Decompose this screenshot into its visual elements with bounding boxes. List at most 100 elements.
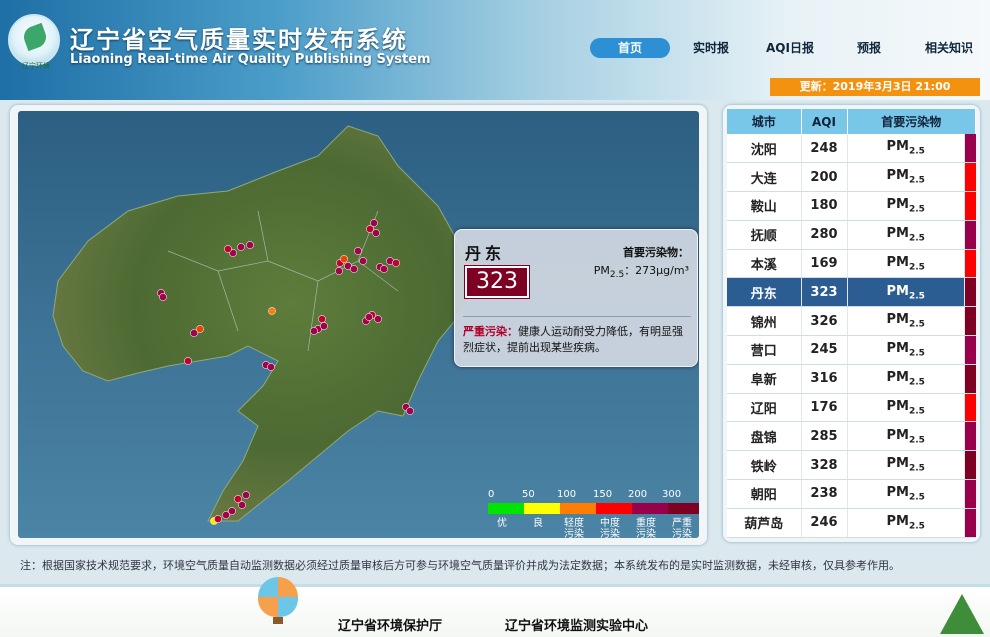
row-pollutant: PM2.5: [847, 508, 965, 538]
station-marker[interactable]: [214, 515, 222, 523]
table-row[interactable]: 沈阳 248 PM2.5: [727, 134, 976, 164]
site-title-en: Liaoning Real-time Air Quality Publishin…: [70, 52, 431, 67]
station-marker[interactable]: [224, 245, 232, 253]
table-row[interactable]: 辽阳 176 PM2.5: [727, 393, 976, 423]
station-marker[interactable]: [392, 259, 400, 267]
row-city[interactable]: 辽阳: [727, 393, 802, 423]
row-pollutant: PM2.5: [847, 249, 965, 279]
row-aqi: 246: [801, 508, 848, 538]
station-marker[interactable]: [238, 501, 246, 509]
row-city[interactable]: 盘锦: [727, 421, 802, 452]
update-time: 更新：2019年3月3日 21:00: [770, 78, 980, 96]
aqi-level-swatch: [964, 421, 976, 452]
table-row[interactable]: 铁岭 328 PM2.5: [727, 450, 976, 481]
map-area[interactable]: 丹东 323 首要污染物： PM2.5：273μg/m³ 严重污染：健康人运动耐…: [18, 111, 699, 538]
row-city[interactable]: 本溪: [727, 249, 802, 279]
row-pollutant: PM2.5: [847, 277, 965, 308]
aqi-level-swatch: [964, 364, 976, 394]
nav-realtime[interactable]: 实时报: [682, 38, 740, 58]
table-row[interactable]: 抚顺 280 PM2.5: [727, 220, 976, 250]
aqi-legend: 0 50 100 150 200 300 优 良 轻度污染 中度污染 重度污染 …: [488, 489, 699, 538]
row-city[interactable]: 抚顺: [727, 220, 802, 250]
station-marker[interactable]: [335, 267, 343, 275]
table-row[interactable]: 丹东 323 PM2.5: [727, 277, 976, 308]
station-marker[interactable]: [372, 229, 380, 237]
station-marker[interactable]: [267, 363, 275, 371]
popup-pollutant-value: PM2.5：273μg/m³: [593, 264, 689, 281]
table-row[interactable]: 本溪 169 PM2.5: [727, 249, 976, 279]
nav-aqi-daily[interactable]: AQI日报: [758, 38, 822, 58]
station-marker[interactable]: [374, 315, 382, 323]
table-row[interactable]: 葫芦岛 246 PM2.5: [727, 508, 976, 538]
city-popup: 丹东 323 首要污染物： PM2.5：273μg/m³ 严重污染：健康人运动耐…: [454, 229, 698, 367]
station-marker[interactable]: [380, 265, 388, 273]
row-aqi: 280: [801, 220, 848, 250]
station-marker[interactable]: [246, 241, 254, 249]
row-pollutant: PM2.5: [847, 364, 965, 394]
leaf-icon: [20, 22, 50, 52]
footer-link-epb[interactable]: 辽宁省环境保护厅: [338, 615, 442, 634]
popup-city-name: 丹东: [465, 244, 506, 263]
row-pollutant: PM2.5: [847, 191, 965, 221]
station-marker[interactable]: [159, 293, 167, 301]
row-city[interactable]: 朝阳: [727, 479, 802, 509]
station-marker[interactable]: [237, 243, 245, 251]
row-aqi: 328: [801, 450, 848, 481]
site-title-cn: 辽宁省空气质量实时发布系统: [70, 26, 408, 54]
row-pollutant: PM2.5: [847, 162, 965, 193]
station-marker[interactable]: [350, 265, 358, 273]
table-row[interactable]: 阜新 316 PM2.5: [727, 364, 976, 394]
row-city[interactable]: 丹东: [727, 277, 802, 308]
row-pollutant: PM2.5: [847, 134, 965, 164]
row-city[interactable]: 阜新: [727, 364, 802, 394]
row-aqi: 323: [801, 277, 848, 308]
station-marker[interactable]: [340, 255, 348, 263]
legend-label: 轻度污染: [564, 518, 584, 538]
row-pollutant: PM2.5: [847, 220, 965, 250]
row-city[interactable]: 铁岭: [727, 450, 802, 481]
aqi-level-swatch: [964, 277, 976, 308]
balloon-icon: [258, 577, 298, 617]
legend-label: 严重污染: [672, 518, 692, 538]
station-marker[interactable]: [320, 322, 328, 330]
row-city[interactable]: 沈阳: [727, 134, 802, 164]
nav-forecast[interactable]: 预报: [844, 38, 894, 58]
station-marker[interactable]: [242, 491, 250, 499]
tree-icon: [940, 594, 984, 634]
row-pollutant: PM2.5: [847, 450, 965, 481]
aqi-level-swatch: [964, 220, 976, 250]
station-marker[interactable]: [184, 357, 192, 365]
city-aqi-table: 城市 AQI 首要污染物 沈阳 248 PM2.5 大连 200 PM2.5 鞍山 180 PM…: [727, 109, 976, 538]
row-city[interactable]: 大连: [727, 162, 802, 193]
table-row[interactable]: 大连 200 PM2.5: [727, 162, 976, 193]
row-pollutant: PM2.5: [847, 393, 965, 423]
legend-label: 重度污染: [636, 518, 656, 538]
table-row[interactable]: 盘锦 285 PM2.5: [727, 421, 976, 452]
nav-knowledge[interactable]: 相关知识: [915, 38, 983, 58]
row-city[interactable]: 锦州: [727, 306, 802, 337]
nav-home[interactable]: 首页: [590, 38, 670, 58]
table-row[interactable]: 鞍山 180 PM2.5: [727, 191, 976, 221]
station-marker[interactable]: [359, 257, 367, 265]
station-marker[interactable]: [190, 329, 198, 337]
station-marker[interactable]: [406, 407, 414, 415]
row-pollutant: PM2.5: [847, 479, 965, 509]
table-row[interactable]: 营口 245 PM2.5: [727, 335, 976, 365]
station-marker[interactable]: [354, 247, 362, 255]
legend-tick: 300: [662, 489, 682, 500]
row-city[interactable]: 营口: [727, 335, 802, 365]
station-marker[interactable]: [222, 511, 230, 519]
footer-link-monitoring-center[interactable]: 辽宁省环境监测实验中心: [505, 615, 648, 634]
station-marker[interactable]: [318, 315, 326, 323]
row-city[interactable]: 鞍山: [727, 191, 802, 221]
table-row[interactable]: 锦州 326 PM2.5: [727, 306, 976, 337]
legend-swatch: [632, 503, 668, 514]
aqi-level-swatch: [964, 249, 976, 279]
row-city[interactable]: 葫芦岛: [727, 508, 802, 538]
popup-level: 严重污染：: [463, 325, 518, 338]
station-marker[interactable]: [310, 327, 318, 335]
station-marker[interactable]: [268, 307, 276, 315]
station-marker[interactable]: [365, 313, 373, 321]
table-row[interactable]: 朝阳 238 PM2.5: [727, 479, 976, 509]
station-marker[interactable]: [370, 219, 378, 227]
